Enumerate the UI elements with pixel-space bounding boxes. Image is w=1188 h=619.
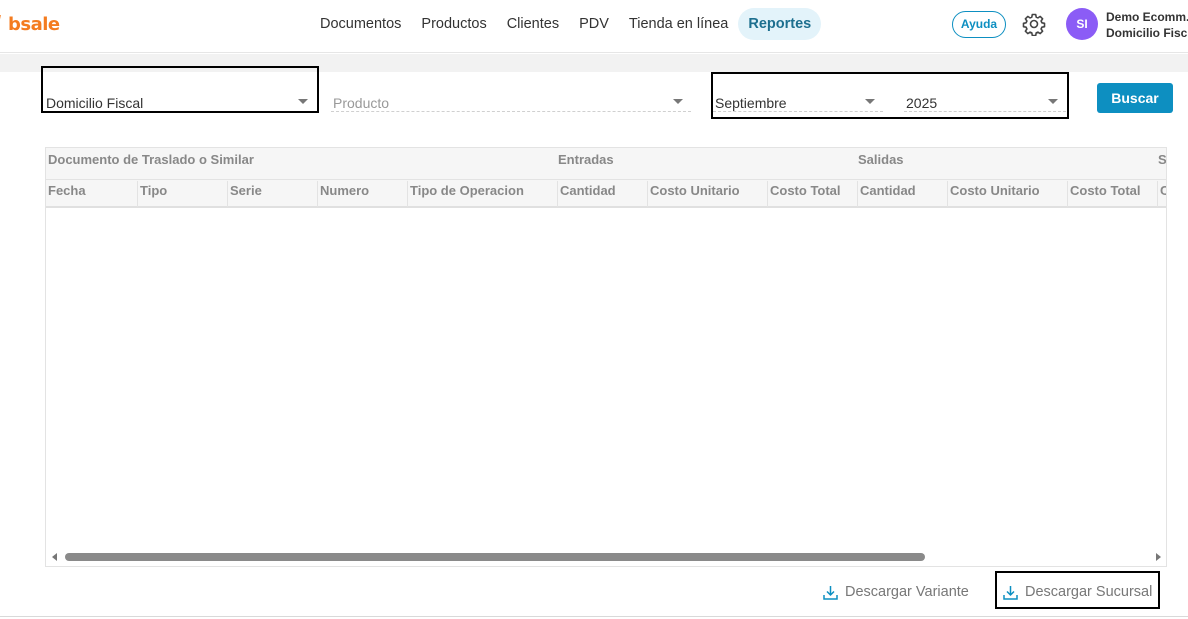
user-branch[interactable]: Domicilio Fisc	[1106, 25, 1187, 41]
column-header-entradas-costo-unitario[interactable]: Costo Unitario	[648, 181, 768, 207]
nav-item-productos[interactable]: Productos	[411, 8, 496, 40]
top-navigation-bar: bsale Documentos Productos Clientes PDV …	[0, 0, 1188, 53]
search-button[interactable]: Buscar	[1097, 83, 1173, 113]
help-button[interactable]: Ayuda	[952, 11, 1006, 38]
column-header-saldo-cantidad[interactable]: C	[1158, 181, 1166, 207]
download-icon	[823, 585, 838, 600]
column-header-fecha[interactable]: Fecha	[46, 181, 138, 207]
column-header-serie[interactable]: Serie	[228, 181, 318, 207]
column-header-tipo[interactable]: Tipo	[138, 181, 228, 207]
scroll-left-arrow-icon[interactable]	[52, 553, 57, 561]
logo-text: bsale	[8, 13, 60, 35]
logo-mark-icon	[0, 15, 8, 33]
horizontal-scrollbar[interactable]	[46, 550, 1166, 564]
group-header-documento: Documento de Traslado o Similar	[48, 152, 254, 167]
gear-icon[interactable]	[1022, 12, 1046, 36]
column-header-entradas-costo-total[interactable]: Costo Total	[768, 181, 858, 207]
nav-item-clientes[interactable]: Clientes	[497, 8, 569, 40]
group-header-entradas: Entradas	[558, 152, 614, 167]
download-variant-link[interactable]: Descargar Variante	[822, 580, 969, 604]
scrollbar-thumb[interactable]	[65, 553, 925, 561]
bsale-logo[interactable]: bsale	[0, 11, 60, 37]
column-header-salidas-costo-unitario[interactable]: Costo Unitario	[948, 181, 1068, 207]
period-select-highlight	[711, 72, 1069, 119]
column-header-tipo-operacion[interactable]: Tipo de Operacion	[408, 181, 558, 207]
column-header-entradas-cantidad[interactable]: Cantidad	[558, 181, 648, 207]
product-select[interactable]: Producto	[331, 84, 691, 112]
scroll-right-arrow-icon[interactable]	[1156, 553, 1161, 561]
nav-item-tienda-en-linea[interactable]: Tienda en línea	[619, 8, 738, 40]
nav-item-documentos[interactable]: Documentos	[310, 8, 411, 40]
chevron-down-icon	[673, 99, 683, 104]
kardex-table[interactable]: Documento de Traslado o Similar Entradas…	[45, 147, 1167, 567]
main-nav: Documentos Productos Clientes PDV Tienda…	[310, 8, 822, 40]
column-header-salidas-cantidad[interactable]: Cantidad	[858, 181, 948, 207]
nav-item-reportes[interactable]: Reportes	[738, 8, 822, 40]
nav-item-pdv[interactable]: PDV	[569, 8, 619, 40]
branch-select-highlight	[41, 66, 319, 113]
user-avatar[interactable]: SI	[1066, 8, 1098, 40]
column-header-salidas-costo-total[interactable]: Costo Total	[1068, 181, 1158, 207]
product-select-placeholder: Producto	[333, 95, 390, 111]
footer-divider	[0, 616, 1188, 617]
table-header: Documento de Traslado o Similar Entradas…	[46, 148, 1167, 208]
user-name[interactable]: Demo Ecomm.	[1106, 9, 1188, 25]
download-branch-highlight	[995, 571, 1160, 609]
column-header-numero[interactable]: Numero	[318, 181, 408, 207]
group-header-salidas: Salidas	[858, 152, 904, 167]
download-variant-label: Descargar Variante	[845, 584, 969, 600]
group-divider	[46, 179, 1166, 180]
group-header-saldo: S	[1158, 152, 1167, 167]
